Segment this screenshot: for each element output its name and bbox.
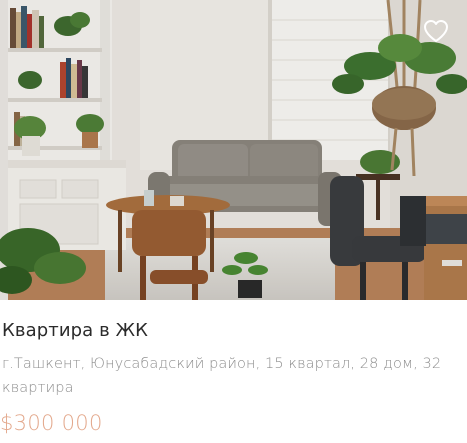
listing-card[interactable]: Квартира в ЖК г.Ташкент, Юнусабадский ра… (0, 0, 467, 443)
listing-photo[interactable] (0, 0, 467, 300)
listing-title[interactable]: Квартира в ЖК (2, 320, 148, 341)
favorite-button[interactable] (421, 16, 451, 46)
listing-address: г.Ташкент, Юнусабадский район, 15 кварта… (2, 356, 442, 396)
listing-price: $300 000 (0, 411, 103, 435)
listing-info: Квартира в ЖК г.Ташкент, Юнусабадский ра… (0, 300, 467, 443)
heart-outline-icon (424, 20, 448, 42)
